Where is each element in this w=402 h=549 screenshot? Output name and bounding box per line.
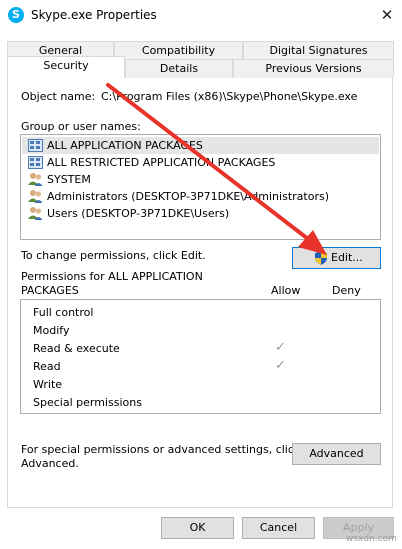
tab-details[interactable]: Details: [125, 59, 233, 78]
package-group-icon: [28, 156, 43, 169]
edit-button[interactable]: Edit...: [292, 247, 381, 269]
list-item[interactable]: Users (DESKTOP-3P71DKE\Users): [22, 205, 379, 222]
allow-header: Allow: [271, 284, 301, 297]
special-permissions-text-cont: Advanced.: [21, 457, 79, 470]
ok-button[interactable]: OK: [161, 517, 234, 539]
permission-row: Write: [33, 378, 63, 391]
window-title: Skype.exe Properties: [31, 8, 157, 22]
users-icon: [28, 190, 43, 203]
object-name-value: C:\Program Files (x86)\Skype\Phone\Skype…: [101, 90, 358, 103]
permission-row: Read: [33, 360, 61, 373]
edit-button-label: Edit...: [331, 251, 363, 264]
group-names-label: Group or user names:: [21, 120, 141, 133]
close-icon[interactable]: ✕: [374, 3, 400, 27]
change-permissions-text: To change permissions, click Edit.: [21, 249, 206, 262]
users-icon: [28, 207, 43, 220]
tab-compatibility[interactable]: Compatibility: [114, 41, 243, 60]
users-icon: [28, 173, 43, 186]
cancel-button[interactable]: Cancel: [242, 517, 315, 539]
list-item[interactable]: SYSTEM: [22, 171, 379, 188]
special-permissions-text: For special permissions or advanced sett…: [21, 443, 301, 456]
list-item[interactable]: Administrators (DESKTOP-3P71DKE\Administ…: [22, 188, 379, 205]
list-item[interactable]: ALL APPLICATION PACKAGES: [22, 137, 379, 154]
list-item[interactable]: ALL RESTRICTED APPLICATION PACKAGES: [22, 154, 379, 171]
tab-previous-versions[interactable]: Previous Versions: [233, 59, 394, 78]
title-bar: S Skype.exe Properties ✕: [0, 0, 402, 31]
list-item-label: Users (DESKTOP-3P71DKE\Users): [47, 207, 230, 220]
list-item-label: Administrators (DESKTOP-3P71DKE\Administ…: [47, 190, 329, 203]
list-item-label: SYSTEM: [47, 173, 91, 186]
list-item-label: ALL RESTRICTED APPLICATION PACKAGES: [47, 156, 276, 169]
read-execute-allow-check-icon: ✓: [275, 340, 286, 355]
permissions-label-cont: PACKAGES: [21, 284, 79, 297]
deny-header: Deny: [332, 284, 361, 297]
permission-row: Read & execute: [33, 342, 120, 355]
permission-row: Special permissions: [33, 396, 142, 409]
package-group-icon: [28, 139, 43, 152]
read-allow-check-icon: ✓: [275, 358, 286, 373]
permissions-label: Permissions for ALL APPLICATION: [21, 270, 203, 283]
uac-shield-icon: [315, 251, 327, 265]
tab-digital-signatures[interactable]: Digital Signatures: [243, 41, 394, 60]
tab-security[interactable]: Security: [7, 56, 125, 78]
permissions-list[interactable]: Full control Modify Read & execute Read …: [20, 299, 381, 414]
permission-row: Modify: [33, 324, 70, 337]
object-name-label: Object name:: [21, 90, 96, 103]
list-item-label: ALL APPLICATION PACKAGES: [47, 139, 203, 152]
group-list[interactable]: ALL APPLICATION PACKAGES ALL RESTRICTED …: [20, 134, 381, 240]
watermark: wsxdn.com: [346, 534, 397, 544]
permission-row: Full control: [33, 306, 94, 319]
skype-icon: S: [8, 7, 24, 23]
advanced-button[interactable]: Advanced: [292, 443, 381, 465]
